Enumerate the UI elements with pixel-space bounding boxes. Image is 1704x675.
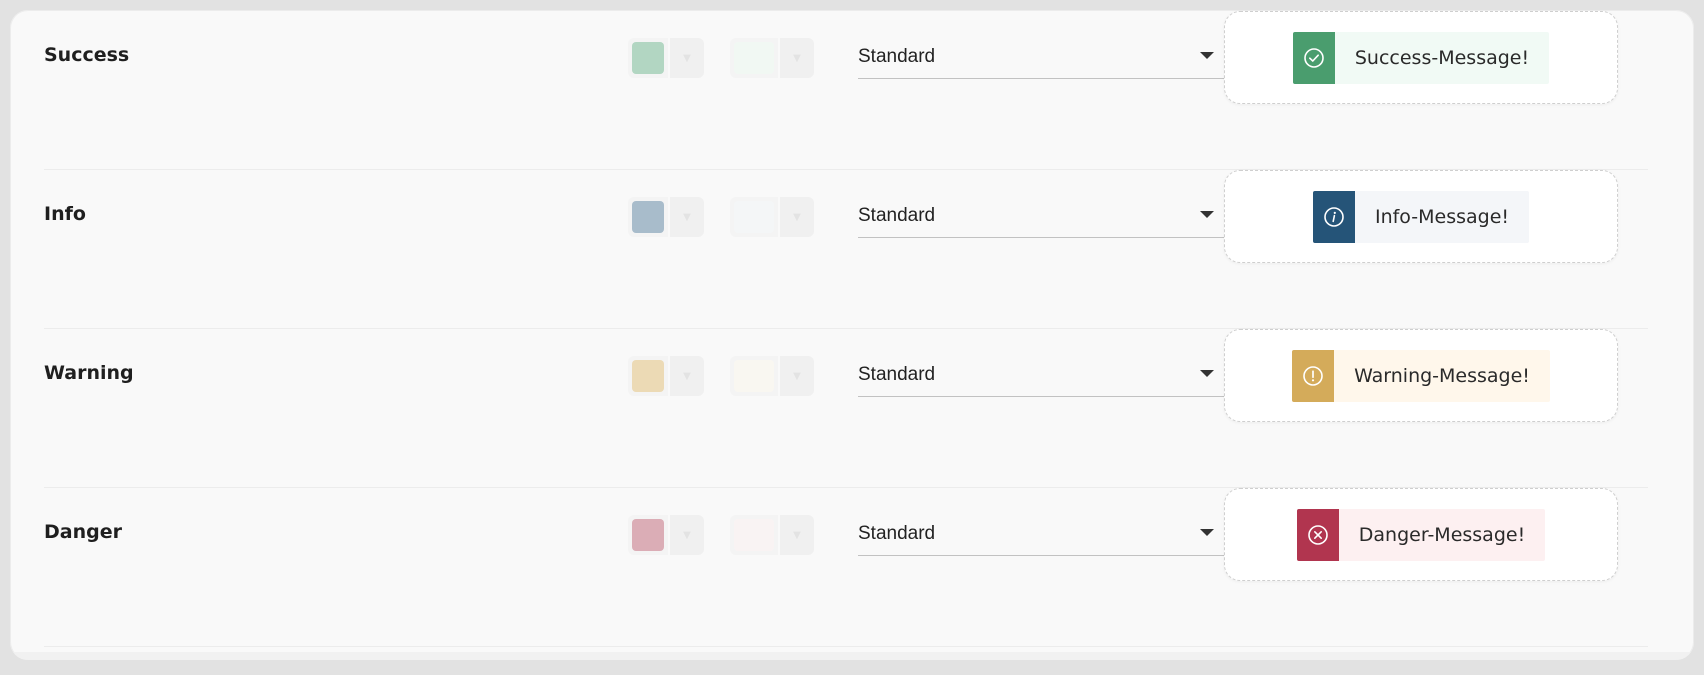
row-label: Success <box>44 44 130 66</box>
message-preview: Warning-Message! <box>1224 329 1618 422</box>
secondary-color-swatch[interactable] <box>734 42 774 74</box>
toast-success: Success-Message! <box>1292 31 1550 84</box>
check-circle-icon <box>1292 31 1335 84</box>
message-preview: Danger-Message! <box>1224 488 1618 581</box>
chevron-down-icon[interactable]: ▼ <box>670 197 704 237</box>
secondary-color-picker[interactable]: ▼ <box>730 356 814 396</box>
row-label: Warning <box>44 362 134 384</box>
chevron-down-icon[interactable]: ▼ <box>780 515 814 555</box>
secondary-color-swatch[interactable] <box>734 360 774 392</box>
chevron-down-icon[interactable]: ▼ <box>780 197 814 237</box>
style-select-value: Standard <box>858 46 936 67</box>
toast-danger: Danger-Message! <box>1296 508 1546 561</box>
toast-warning: Warning-Message! <box>1292 349 1550 402</box>
style-select-value: Standard <box>858 364 936 385</box>
style-select[interactable]: Standard <box>858 195 1226 238</box>
caret-down-icon[interactable] <box>1200 370 1214 377</box>
secondary-color-swatch[interactable] <box>734 201 774 233</box>
caret-down-icon[interactable] <box>1200 529 1214 536</box>
info-circle-icon <box>1312 190 1355 243</box>
message-type-row-warning: Warning ▼ ▼ Standard Warning-Message! <box>44 328 1648 488</box>
message-preview: Success-Message! <box>1224 11 1618 104</box>
message-type-row-danger: Danger ▼ ▼ Standard Danger-Message! <box>44 487 1648 647</box>
message-type-row-info: Info ▼ ▼ Standard Info-Message! <box>44 169 1648 329</box>
chevron-down-icon[interactable]: ▼ <box>780 356 814 396</box>
toast-message: Danger-Message! <box>1358 523 1526 546</box>
row-label: Danger <box>44 521 122 543</box>
primary-color-picker[interactable]: ▼ <box>628 197 704 237</box>
chevron-down-icon[interactable]: ▼ <box>780 38 814 78</box>
x-circle-icon <box>1296 508 1339 561</box>
caret-down-icon[interactable] <box>1200 52 1214 59</box>
primary-color-swatch[interactable] <box>632 360 664 392</box>
toast-info: Info-Message! <box>1312 190 1530 243</box>
toast-message: Info-Message! <box>1374 205 1510 228</box>
message-type-row-success: Success ▼ ▼ Standard Success-Message! <box>44 10 1648 170</box>
primary-color-picker[interactable]: ▼ <box>628 38 704 78</box>
primary-color-swatch[interactable] <box>632 42 664 74</box>
toast-message: Warning-Message! <box>1354 364 1530 387</box>
exclamation-circle-icon <box>1292 349 1335 402</box>
secondary-color-swatch[interactable] <box>734 519 774 551</box>
settings-panel: Success ▼ ▼ Standard Success-Message! In… <box>10 10 1694 660</box>
row-label: Info <box>44 203 86 225</box>
panel-bottom-edge <box>10 652 1694 660</box>
chevron-down-icon[interactable]: ▼ <box>670 356 704 396</box>
secondary-color-picker[interactable]: ▼ <box>730 197 814 237</box>
primary-color-picker[interactable]: ▼ <box>628 356 704 396</box>
secondary-color-picker[interactable]: ▼ <box>730 38 814 78</box>
primary-color-picker[interactable]: ▼ <box>628 515 704 555</box>
primary-color-swatch[interactable] <box>632 201 664 233</box>
caret-down-icon[interactable] <box>1200 211 1214 218</box>
style-select-value: Standard <box>858 205 936 226</box>
primary-color-swatch[interactable] <box>632 519 664 551</box>
style-select[interactable]: Standard <box>858 513 1226 556</box>
message-preview: Info-Message! <box>1224 170 1618 263</box>
style-select[interactable]: Standard <box>858 354 1226 397</box>
style-select[interactable]: Standard <box>858 36 1226 79</box>
chevron-down-icon[interactable]: ▼ <box>670 38 704 78</box>
secondary-color-picker[interactable]: ▼ <box>730 515 814 555</box>
chevron-down-icon[interactable]: ▼ <box>670 515 704 555</box>
style-select-value: Standard <box>858 523 936 544</box>
toast-message: Success-Message! <box>1354 46 1530 69</box>
